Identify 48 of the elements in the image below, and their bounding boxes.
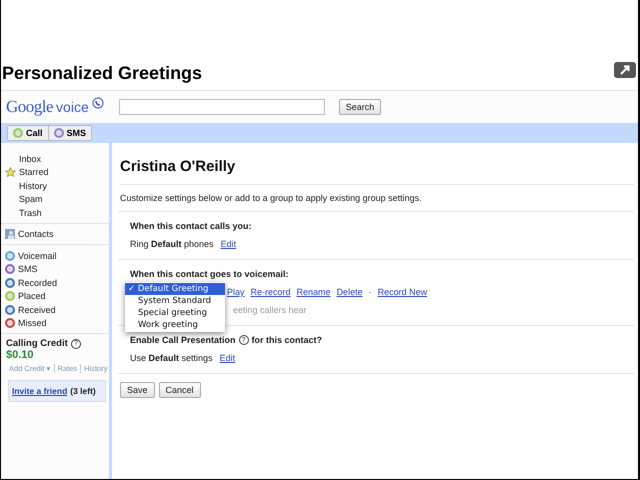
filter-link[interactable]: Received (1, 303, 109, 316)
hint-text: eeting callers hear (233, 305, 308, 315)
invite-link[interactable]: Invite a friend (12, 386, 68, 396)
menu-item[interactable]: System Standard (125, 295, 225, 307)
star-icon (5, 167, 16, 178)
search-field[interactable] (118, 99, 325, 115)
contacts-icon (5, 229, 15, 240)
folder-link[interactable]: Starred (1, 166, 109, 179)
contacts-link[interactable]: Contacts (1, 228, 109, 241)
filter-link[interactable]: Placed (1, 290, 109, 303)
edit-link[interactable]: Edit (220, 239, 236, 249)
section-heading: Enable Call Presentation (130, 335, 236, 345)
invite-count: (3 left) (70, 386, 96, 396)
form-button[interactable]: Cancel (158, 382, 201, 398)
section-heading: for this contact? (252, 335, 322, 345)
ring-setting: Ring Default phones (130, 239, 214, 249)
greeting-link[interactable]: Play (227, 287, 245, 297)
folder-link[interactable]: Spam (1, 192, 109, 206)
action-button[interactable]: SMS (48, 126, 92, 140)
presentation-setting: Use Default settings (130, 353, 213, 363)
menu-item[interactable]: ✓ Default Greeting (125, 283, 225, 295)
filter-link[interactable]: Missed (1, 316, 109, 330)
section-heading: When this contact calls you: (130, 221, 253, 231)
edit-link[interactable]: Edit (220, 353, 236, 363)
form-button[interactable]: Save (120, 382, 155, 398)
folder-link[interactable]: Inbox (1, 152, 109, 166)
filter-link[interactable]: SMS (1, 262, 109, 276)
description: Customize settings below or add to a group to apply existing group settings. (118, 185, 634, 212)
folder-link[interactable]: History (1, 179, 109, 192)
logo: Google voice (6, 97, 105, 117)
filter-link[interactable]: Recorded (1, 276, 109, 290)
page-title: Personalized Greetings (2, 63, 202, 84)
action-button[interactable]: Call (8, 126, 49, 140)
section-heading: When this contact goes to voicemail: (130, 269, 290, 279)
menu-item[interactable]: Work greeting (125, 319, 225, 331)
expand-icon[interactable] (614, 62, 636, 78)
menu-item[interactable]: Special greeting (125, 307, 225, 319)
folder-link[interactable]: Trash (1, 206, 109, 220)
credit-amount: $0.10 (6, 349, 35, 361)
separator: · (368, 287, 372, 297)
greeting-link[interactable]: Re-record (250, 287, 291, 297)
greeting-link[interactable]: Delete (336, 287, 363, 297)
filter-link[interactable]: Voicemail (1, 249, 109, 262)
credit-title: Calling Credit (6, 338, 68, 349)
greeting-link[interactable]: Rename (296, 287, 331, 297)
contact-name: Cristina O'Reilly (120, 158, 634, 185)
search-button[interactable]: Search (338, 99, 382, 115)
record-link[interactable]: Record New (378, 287, 428, 297)
